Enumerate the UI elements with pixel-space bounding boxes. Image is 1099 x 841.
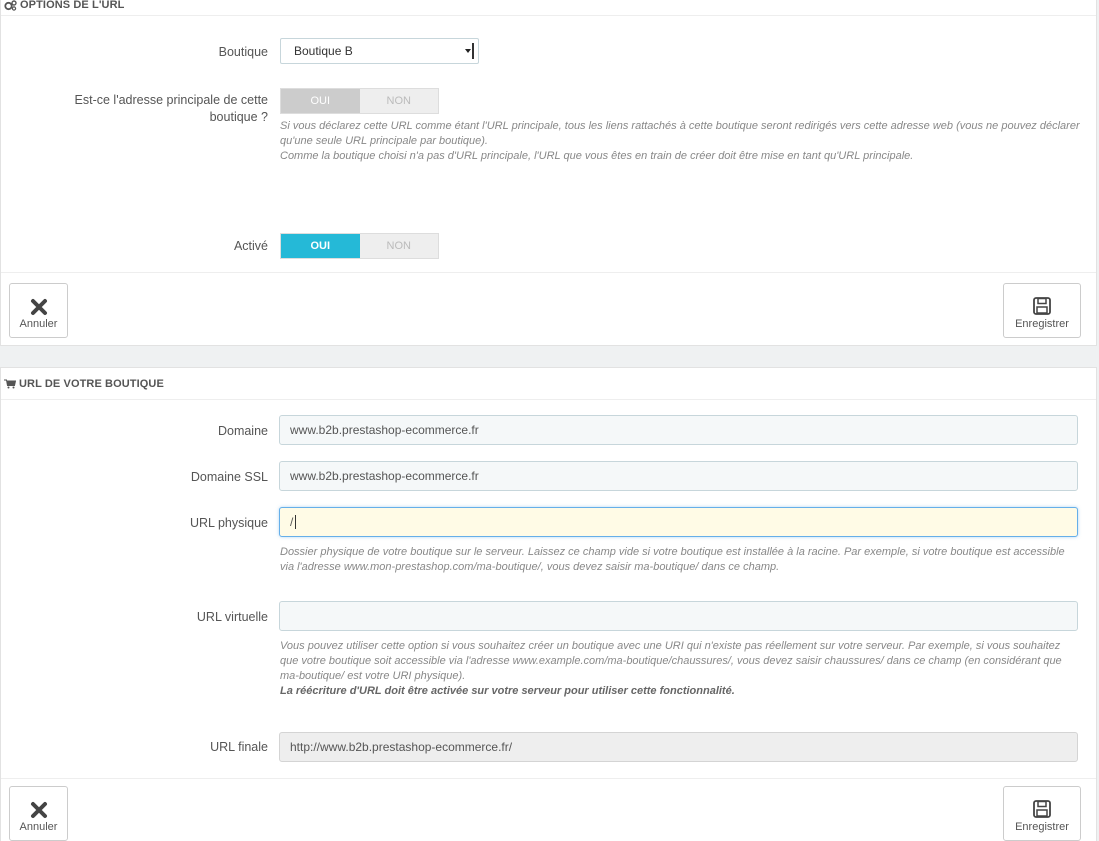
main-url-yes[interactable]: OUI [281,89,360,113]
ssl-domain-field[interactable]: www.b2b.prestashop-ecommerce.fr [279,461,1078,491]
main-url-help-line-2: Comme la boutique choisi n'a pas d'URL p… [280,150,914,162]
save-button[interactable]: Enregistrer [1003,786,1081,841]
cogs-icon [4,0,17,11]
shop-url-heading: URL DE VOTRE BOUTIQUE [1,368,1096,400]
main-url-help-line-1: Si vous déclarez cette URL comme étant l… [280,120,1080,147]
cancel-button-label: Annuler [19,317,58,330]
close-icon [30,292,48,316]
close-icon [30,795,48,819]
save-icon [1032,795,1052,819]
active-label: Activé [233,239,268,253]
shop-select-value: Boutique B [294,44,353,58]
ssl-domain-label: Domaine SSL [190,470,268,484]
virtual-url-help-warning: La réécriture d'URL doit être activée su… [280,685,735,697]
final-url-value: http://www.b2b.prestashop-ecommerce.fr/ [290,740,513,754]
cancel-button-label: Annuler [19,820,58,833]
main-url-help: Si vous déclarez cette URL comme étant l… [280,119,1080,164]
save-button-label: Enregistrer [1015,317,1069,330]
active-yes[interactable]: OUI [281,234,360,258]
save-icon [1032,292,1052,316]
physical-url-field[interactable]: / [279,507,1078,537]
physical-url-label: URL physique [189,516,268,530]
save-button[interactable]: Enregistrer [1003,283,1081,338]
url-options-title: OPTIONS DE L'URL [20,0,125,11]
url-options-heading: OPTIONS DE L'URL [1,0,1096,16]
physical-url-help: Dossier physique de votre boutique sur l… [280,546,1065,573]
shop-select[interactable]: Boutique B [280,38,479,64]
domain-value: www.b2b.prestashop-ecommerce.fr [290,423,479,437]
panel-footer-divider [1,778,1096,779]
virtual-url-field[interactable] [279,601,1078,631]
virtual-url-help-text: Vous pouvez utiliser cette option si vou… [280,640,1062,682]
shop-url-title: URL DE VOTRE BOUTIQUE [19,377,164,390]
ssl-domain-value: www.b2b.prestashop-ecommerce.fr [290,469,479,483]
virtual-url-label: URL virtuelle [196,610,268,624]
main-url-toggle[interactable]: OUI NON [280,88,439,114]
domain-field[interactable]: www.b2b.prestashop-ecommerce.fr [279,415,1078,445]
url-options-panel: OPTIONS DE L'URL Boutique Boutique B Est… [0,0,1097,346]
panel-footer-divider [1,272,1096,273]
virtual-url-help-bold: La réécriture d'URL doit être activée su… [280,684,1080,699]
shop-url-panel: URL DE VOTRE BOUTIQUE Domaine www.b2b.pr… [0,367,1097,841]
active-toggle[interactable]: OUI NON [280,233,439,259]
main-url-no[interactable]: NON [360,89,439,113]
physical-url-value: / [290,515,294,529]
save-button-label: Enregistrer [1015,820,1069,833]
main-url-label: Est-ce l'adresse principale de cette bou… [74,93,268,124]
final-url-field: http://www.b2b.prestashop-ecommerce.fr/ [279,732,1078,762]
domain-label: Domaine [217,424,268,438]
chevron-down-icon [464,43,474,59]
final-url-label: URL finale [210,740,268,754]
cart-icon [4,379,16,389]
cancel-button[interactable]: Annuler [9,283,68,338]
text-caret [295,515,297,529]
active-no[interactable]: NON [360,234,439,258]
shop-label: Boutique [218,45,268,59]
virtual-url-help: Vous pouvez utiliser cette option si vou… [280,639,1080,699]
cancel-button[interactable]: Annuler [9,786,68,841]
